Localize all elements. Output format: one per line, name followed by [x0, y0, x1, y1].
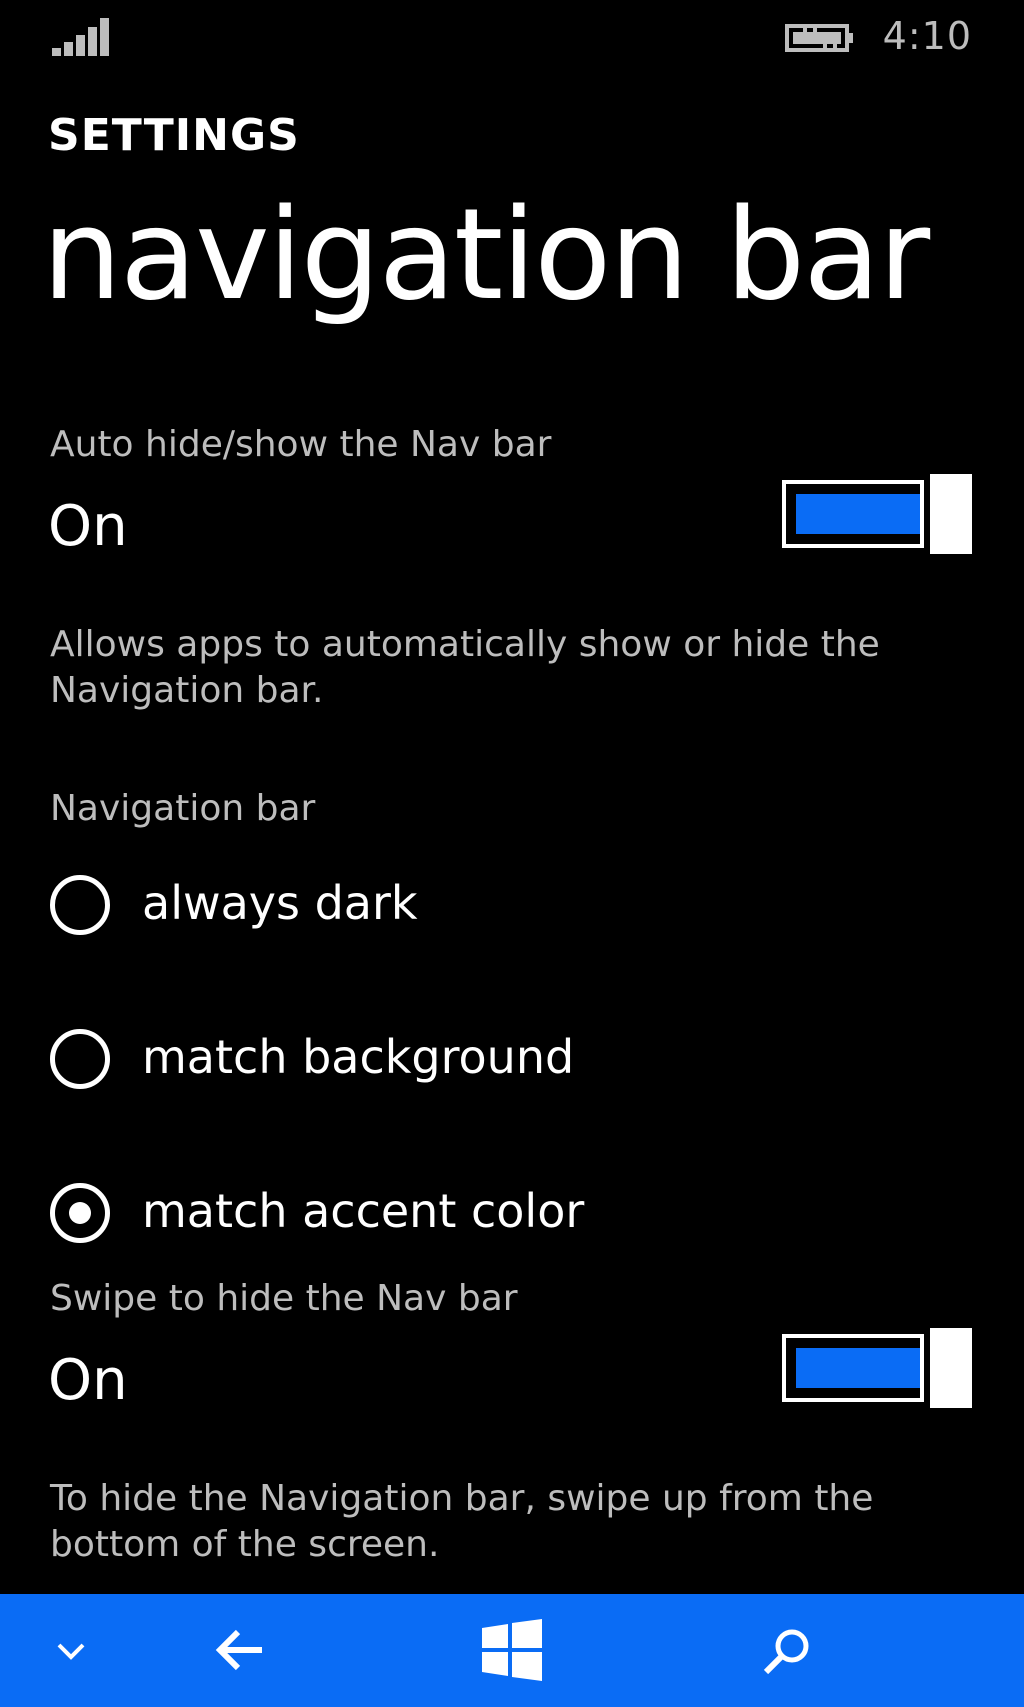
swipe-hide-description: To hide the Navigation bar, swipe up fro…	[50, 1478, 874, 1565]
auto-hide-label: Auto hide/show the Nav bar	[50, 424, 552, 465]
app-title: SETTINGS	[48, 110, 300, 161]
radio-dot	[69, 1202, 91, 1224]
swipe-hide-state: On	[48, 1348, 128, 1413]
swipe-hide-label: Swipe to hide the Nav bar	[50, 1278, 518, 1319]
radio-button[interactable]	[50, 875, 110, 935]
windows-logo-icon	[482, 1619, 542, 1681]
status-bar: 4:10	[0, 0, 1024, 76]
toggle-thumb[interactable]	[930, 1328, 972, 1408]
page-title: navigation bar	[42, 181, 930, 328]
signal-strength-icon	[52, 18, 109, 56]
auto-hide-toggle[interactable]	[782, 474, 972, 556]
search-button[interactable]	[728, 1594, 848, 1707]
search-icon	[763, 1629, 809, 1675]
chevron-down-icon	[57, 1643, 85, 1660]
hide-nav-bar-button[interactable]	[10, 1594, 130, 1707]
swipe-hide-toggle[interactable]	[782, 1328, 972, 1410]
radio-label: match accent color	[142, 1184, 585, 1238]
battery-charging-icon	[785, 24, 853, 52]
radio-match-background[interactable]: match background	[50, 1024, 950, 1094]
navigation-bar	[0, 1594, 1024, 1707]
radio-label: match background	[142, 1030, 575, 1084]
back-button[interactable]	[180, 1594, 300, 1707]
clock: 4:10	[882, 14, 972, 58]
radio-button-selected[interactable]	[50, 1183, 110, 1243]
radio-always-dark[interactable]: always dark	[50, 870, 950, 940]
start-button[interactable]	[452, 1594, 572, 1707]
auto-hide-description: Allows apps to automatically show or hid…	[50, 624, 880, 711]
toggle-fill	[796, 494, 920, 534]
toggle-fill	[796, 1348, 920, 1388]
back-arrow-icon	[215, 1629, 262, 1671]
radio-button[interactable]	[50, 1029, 110, 1089]
auto-hide-state: On	[48, 494, 128, 559]
radio-label: always dark	[142, 876, 418, 930]
toggle-thumb[interactable]	[930, 474, 972, 554]
radio-match-accent-color[interactable]: match accent color	[50, 1178, 950, 1248]
nav-color-label: Navigation bar	[50, 788, 316, 829]
